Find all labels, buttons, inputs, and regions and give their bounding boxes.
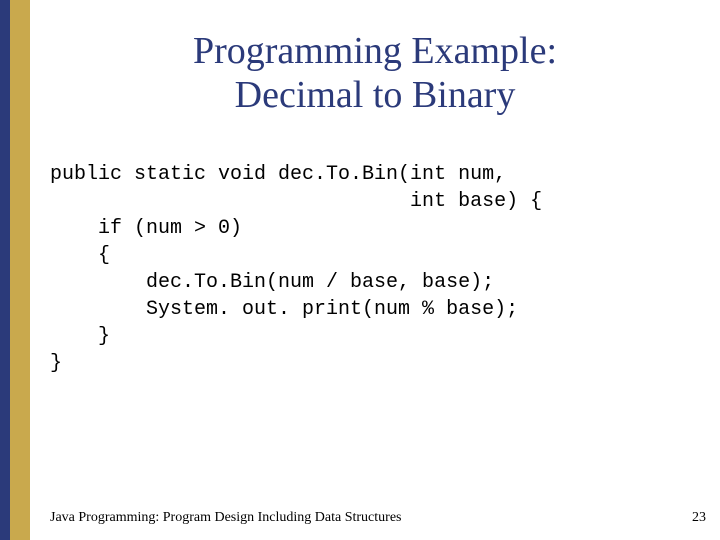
footer-text: Java Programming: Program Design Includi…	[50, 510, 401, 526]
code-line: }	[50, 325, 110, 348]
slide-title: Programming Example: Decimal to Binary	[30, 30, 720, 117]
left-stripe-gold	[10, 0, 30, 540]
left-accent-bar	[0, 0, 30, 540]
code-line: public static void dec.To.Bin(int num,	[50, 163, 506, 186]
slide-content: Programming Example: Decimal to Binary p…	[30, 0, 720, 540]
code-block: public static void dec.To.Bin(int num, i…	[50, 161, 720, 377]
code-line: if (num > 0)	[50, 217, 242, 240]
code-line: }	[50, 352, 62, 375]
code-line: System. out. print(num % base);	[50, 298, 518, 321]
page-number: 23	[692, 510, 706, 526]
title-line-2: Decimal to Binary	[235, 74, 516, 116]
code-line: {	[50, 244, 110, 267]
code-line: dec.To.Bin(num / base, base);	[50, 271, 494, 294]
code-line: int base) {	[50, 190, 542, 213]
left-stripe-blue	[0, 0, 10, 540]
slide-footer: Java Programming: Program Design Includi…	[50, 510, 706, 526]
title-line-1: Programming Example:	[193, 30, 557, 72]
